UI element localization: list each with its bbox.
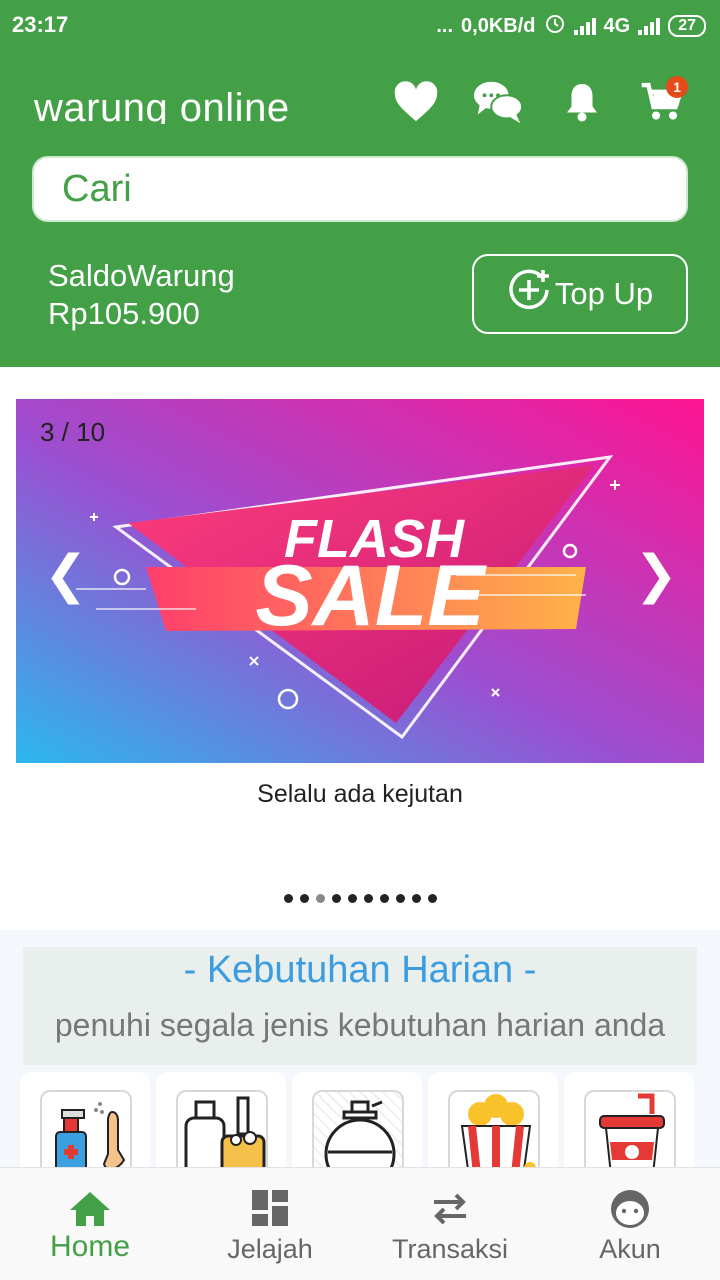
carousel-dot[interactable]: [299, 894, 309, 903]
nav-jelajah[interactable]: Jelajah: [180, 1168, 360, 1280]
slide-counter: 3 / 10: [40, 417, 106, 447]
nav-transaksi[interactable]: Transaksi: [360, 1168, 540, 1280]
status-dots: ...: [436, 14, 454, 37]
cart-icon[interactable]: 1: [636, 76, 688, 128]
nav-home[interactable]: Home: [0, 1168, 180, 1280]
category-item[interactable]: [156, 1072, 286, 1182]
bottom-navigation: Home Jelajah Transaksi Akun: [0, 1167, 720, 1280]
next-arrow-icon[interactable]: ❯: [634, 549, 678, 601]
app-title: warung online: [34, 86, 290, 124]
topup-button[interactable]: Top Up: [472, 254, 688, 334]
promo-carousel[interactable]: FLASH SALE 3 / 10 ❮ ❯: [16, 399, 704, 763]
carousel-dot[interactable]: [347, 894, 357, 903]
swap-icon: [360, 1188, 540, 1228]
cart-badge: 1: [666, 76, 688, 98]
battery-icon: 27: [668, 15, 706, 37]
prev-arrow-icon[interactable]: ❮: [44, 549, 88, 601]
grid-icon: [180, 1188, 360, 1228]
banner-sale: SALE: [255, 548, 487, 644]
nav-akun[interactable]: Akun: [540, 1168, 720, 1280]
status-right: ... 0,0KB/d 4G 27: [436, 12, 706, 40]
topup-label: Top Up: [554, 276, 654, 311]
net-speed: 0,0KB/d: [461, 14, 536, 37]
signal-icon-2: [638, 17, 661, 35]
nav-jelajah-label: Jelajah: [227, 1234, 313, 1264]
nav-transaksi-label: Transaksi: [391, 1234, 509, 1264]
carousel-dot[interactable]: [411, 894, 421, 903]
plus-circle-icon: [507, 268, 551, 320]
heart-icon[interactable]: [390, 76, 442, 128]
flash-sale-banner: FLASH SALE: [16, 399, 704, 763]
network-type: 4G: [603, 14, 631, 37]
bell-icon[interactable]: [556, 76, 608, 128]
category-item[interactable]: [564, 1072, 694, 1182]
saldo-label: SaldoWarung: [48, 258, 235, 293]
app-header: warung online 1 SaldoWarung Rp105.900 To…: [0, 52, 720, 367]
status-time: 23:17: [12, 12, 69, 37]
nav-akun-label: Akun: [599, 1234, 661, 1264]
carousel-dot[interactable]: [427, 894, 437, 903]
saldo-value: Rp105.900: [48, 296, 200, 331]
nav-home-label: Home: [49, 1230, 131, 1263]
carousel-dot[interactable]: [331, 894, 341, 903]
category-item[interactable]: [20, 1072, 150, 1182]
alarm-icon: [544, 12, 566, 40]
category-item[interactable]: [292, 1072, 422, 1182]
chat-icon[interactable]: [472, 76, 524, 128]
search-bar[interactable]: [32, 156, 688, 222]
carousel-dot[interactable]: [363, 894, 373, 903]
section-title: - Kebutuhan Harian -: [183, 949, 537, 991]
carousel-caption: Selalu ada kejutan: [257, 780, 463, 808]
carousel-dot[interactable]: [315, 894, 325, 903]
carousel-dot[interactable]: [395, 894, 405, 903]
section-header: - Kebutuhan Harian - penuhi segala jenis…: [23, 947, 697, 1065]
search-input[interactable]: [34, 158, 686, 220]
category-row: [20, 1072, 720, 1182]
category-item[interactable]: [428, 1072, 558, 1182]
home-icon: [0, 1188, 180, 1228]
face-icon: [540, 1188, 720, 1228]
section-subtitle: penuhi segala jenis kebutuhan harian and…: [54, 1007, 666, 1043]
carousel-dots: [0, 894, 720, 903]
status-bar: 23:17 ... 0,0KB/d 4G 27: [0, 0, 720, 52]
carousel-dot[interactable]: [379, 894, 389, 903]
signal-icon: [573, 17, 596, 35]
carousel-dot[interactable]: [283, 894, 293, 903]
